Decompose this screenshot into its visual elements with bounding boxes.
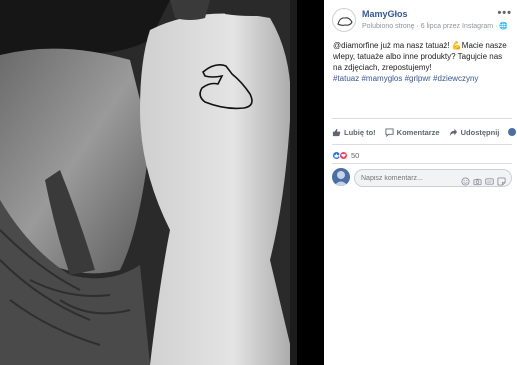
post-text-line: wlepy, tatuaże albo inne produkty? Taguj… xyxy=(333,52,503,61)
svg-text:GIF: GIF xyxy=(487,180,492,184)
share-icon xyxy=(449,128,457,136)
post-text-line: na zdjęciach, zrepostujemy! xyxy=(333,63,432,72)
comment-button[interactable]: Komentarze xyxy=(385,128,440,137)
comment-label: Komentarze xyxy=(396,127,440,137)
reactions-summary[interactable]: 50 xyxy=(332,150,359,160)
share-label: Udostępnij xyxy=(460,127,500,137)
love-reaction-icon xyxy=(339,150,348,160)
photo-side-bar xyxy=(297,0,324,365)
share-button[interactable]: Udostępnij xyxy=(449,127,500,137)
gif-icon[interactable]: GIF xyxy=(485,173,494,185)
action-bar: Lubię to! Komentarze Udostępnij ▼ xyxy=(332,124,517,140)
comment-composer: GIF xyxy=(332,168,512,188)
sticker-icon[interactable] xyxy=(497,173,506,186)
post-panel: MamyGłos Polubiono stronę · 6 lipca prze… xyxy=(324,0,517,365)
user-avatar[interactable] xyxy=(332,168,350,186)
post-meta: Polubiono stronę · 6 lipca przez Instagr… xyxy=(362,22,508,30)
comment-tools: GIF xyxy=(458,173,506,186)
reaction-count: 50 xyxy=(351,150,360,160)
page-name-link[interactable]: MamyGłos xyxy=(362,9,408,19)
divider xyxy=(332,118,512,119)
comment-input[interactable] xyxy=(361,173,461,183)
comment-box[interactable]: GIF xyxy=(354,169,512,187)
reaction-audience-selector[interactable]: ▼ xyxy=(508,128,517,136)
page-avatar[interactable] xyxy=(332,8,356,32)
post-text: @diamorfine już ma nasz tatuaż! 💪Macie n… xyxy=(333,40,511,84)
divider xyxy=(332,163,512,164)
thumbs-up-icon xyxy=(332,128,341,136)
comment-icon xyxy=(385,127,394,137)
post-header: MamyGłos Polubiono stronę · 6 lipca prze… xyxy=(332,7,512,33)
camera-icon[interactable] xyxy=(473,173,482,186)
like-label: Lubię to! xyxy=(344,127,376,137)
post-photo[interactable] xyxy=(0,0,324,365)
post-text-line: @diamorfine już ma nasz tatuaż! 💪Macie n… xyxy=(333,41,507,50)
more-options-icon[interactable]: ••• xyxy=(497,7,512,19)
post-meta-text: Polubiono stronę · 6 lipca przez Instagr… xyxy=(362,23,500,30)
profile-avatar-icon xyxy=(508,128,517,136)
emoji-icon[interactable] xyxy=(461,173,470,186)
globe-icon: 🌐 xyxy=(499,23,509,30)
like-button[interactable]: Lubię to! xyxy=(332,128,376,137)
divider xyxy=(332,144,512,145)
post-hashtags[interactable]: #tatuaz #mamyglos #grlpwr #dziewczyny xyxy=(333,73,511,84)
